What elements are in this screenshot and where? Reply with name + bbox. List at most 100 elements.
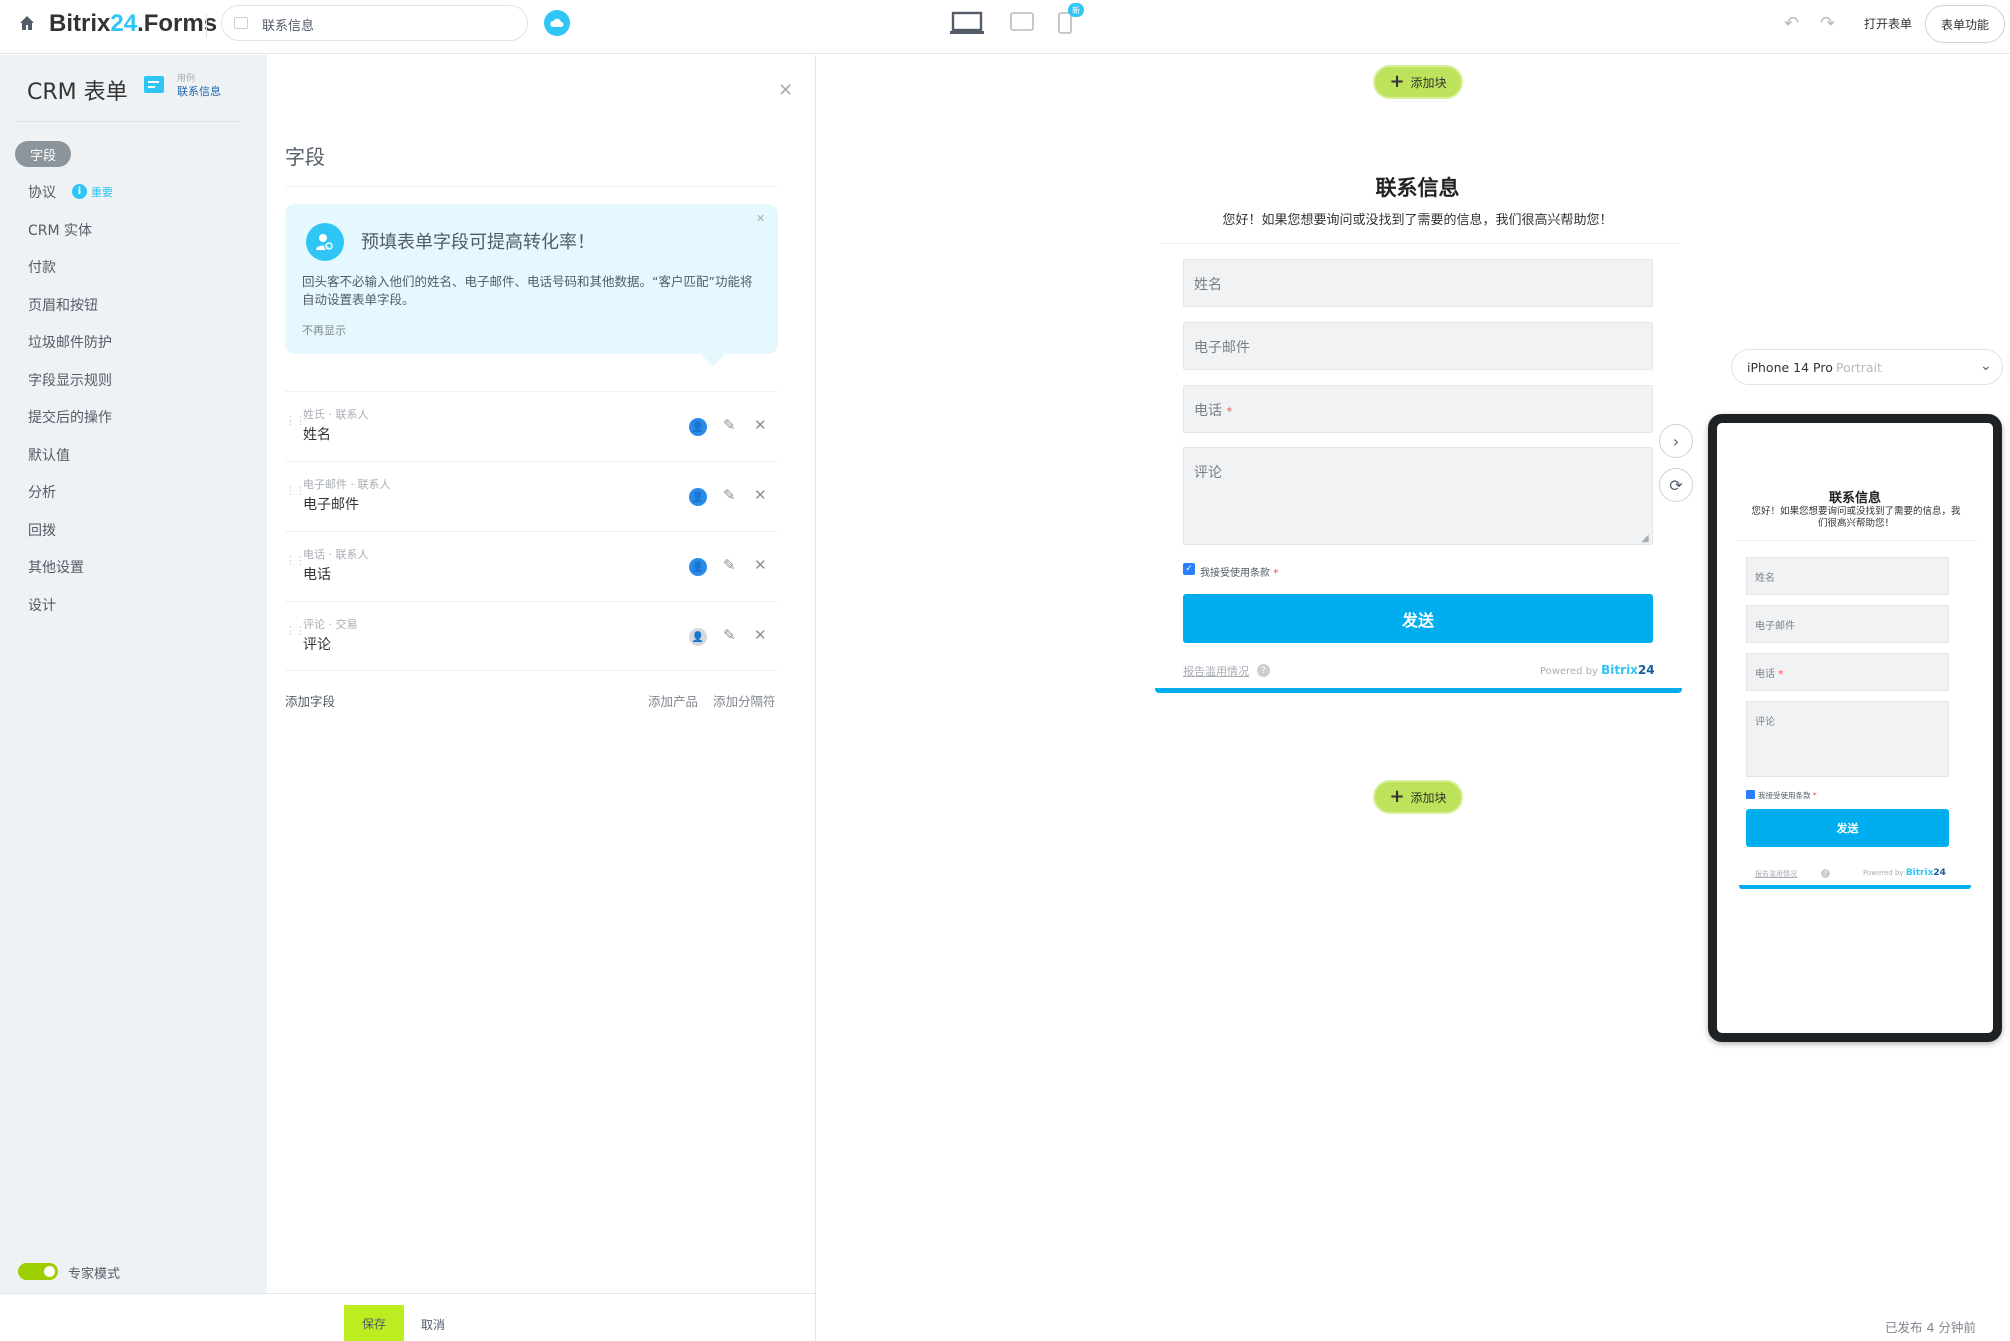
sidebar-item-other-settings[interactable]: 其他设置 — [28, 557, 84, 577]
crm-match-icon[interactable]: 👤 — [689, 488, 707, 506]
field-sub-label: 电子邮件 · 联系人 — [303, 478, 391, 491]
form-subtitle: 您好！如果您想要询问或没找到了需要的信息，我们很高兴帮助您！ — [1222, 213, 1613, 228]
edit-pencil-icon[interactable]: ✎ — [723, 416, 736, 434]
remove-field-icon[interactable]: ✕ — [754, 556, 767, 574]
drag-handle-icon[interactable]: ⋮⋮ — [285, 415, 306, 432]
email-input[interactable]: 电子邮件 — [1183, 322, 1653, 370]
hint-dismiss-link[interactable]: 不再显示 — [302, 322, 346, 338]
tablet-view-icon[interactable] — [1010, 12, 1034, 32]
form-features-button[interactable]: 表单功能 — [1925, 5, 2005, 43]
image-icon — [234, 17, 248, 29]
submit-button[interactable]: 发送 — [1183, 594, 1653, 643]
phone-comment-textarea[interactable]: 评论 — [1746, 701, 1949, 777]
phone-name-input[interactable]: 姓名 — [1746, 557, 1949, 595]
phone-help-icon[interactable]: ? — [1821, 869, 1830, 878]
add-block-button-bottom[interactable]: + 添加块 — [1373, 780, 1463, 814]
bottom-action-bar — [0, 1293, 815, 1341]
sidebar-item-fields[interactable]: 字段 — [15, 141, 71, 167]
phone-consent-label[interactable]: 我接受使用条款 * — [1758, 790, 1817, 801]
phone-form-title: 联系信息 — [1828, 491, 1881, 506]
sidebar-item-payment[interactable]: 付款 — [28, 257, 56, 277]
help-icon[interactable]: ? — [1257, 664, 1270, 677]
edit-pencil-icon[interactable]: ✎ — [723, 556, 736, 574]
add-field-link[interactable]: 添加字段 — [285, 691, 335, 710]
open-form-button[interactable]: 打开表单 — [1864, 15, 1912, 32]
crm-match-icon[interactable]: 👤 — [689, 628, 707, 646]
required-asterisk: * — [1226, 405, 1232, 418]
phone-preview: 联系信息 您好！如果您想要询问或没找到了需要的信息，我们很高兴帮助您！ 姓名 电… — [1708, 414, 2002, 1042]
sidebar-item-analytics[interactable]: 分析 — [28, 482, 56, 502]
crm-match-icon[interactable]: 👤 — [689, 558, 707, 576]
hint-text: 回头客不必输入他们的姓名、电子邮件、电话号码和其他数据。“客户匹配”功能将自动设… — [302, 274, 753, 307]
phone-submit-button[interactable]: 发送 — [1746, 809, 1949, 847]
device-select[interactable]: iPhone 14 Pro Portrait ⌄ — [1731, 349, 2003, 385]
home-icon[interactable] — [18, 14, 38, 34]
phone-input[interactable]: 电话 * — [1183, 385, 1653, 433]
add-separator-link[interactable]: 添加分隔符 — [713, 691, 776, 710]
phone-consent-checkbox[interactable] — [1746, 790, 1755, 799]
expert-mode-toggle[interactable] — [18, 1263, 58, 1280]
phone-email-input[interactable]: 电子邮件 — [1746, 605, 1949, 643]
sidebar-item-spam-protection[interactable]: 垃圾邮件防护 — [28, 332, 112, 352]
edit-pencil-icon[interactable]: ✎ — [723, 626, 736, 644]
powered-by[interactable]: Powered by Bitrix24 — [1540, 663, 1655, 677]
textarea-resize-icon[interactable]: ◢ — [1641, 533, 1649, 544]
redo-icon[interactable]: ↷ — [1820, 13, 1835, 34]
form-name-text: 联系信息 — [262, 19, 315, 34]
field-row-name[interactable]: ⋮⋮ 姓氏 · 联系人 姓名 👤 ✎ ✕ — [285, 391, 778, 461]
sidebar-item-after-submit[interactable]: 提交后的操作 — [28, 407, 112, 427]
phone-phone-input[interactable]: 电话 * — [1746, 653, 1949, 691]
field-row-email[interactable]: ⋮⋮ 电子邮件 · 联系人 电子邮件 👤 ✎ ✕ — [285, 461, 778, 531]
field-row-phone[interactable]: ⋮⋮ 电话 · 联系人 电话 👤 ✎ ✕ — [285, 531, 778, 601]
next-arrow-button[interactable]: › — [1659, 424, 1693, 458]
sidebar-item-default-values[interactable]: 默认值 — [28, 445, 70, 465]
close-panel-icon[interactable]: ✕ — [778, 80, 793, 101]
sidebar-item-crm-entities[interactable]: CRM 实体 — [28, 220, 92, 240]
sidebar-item-callback[interactable]: 回拨 — [28, 520, 56, 540]
sidebar-item-agreements[interactable]: 协议 — [28, 182, 56, 202]
cloud-icon[interactable] — [544, 10, 570, 36]
remove-field-icon[interactable]: ✕ — [754, 416, 767, 434]
powered-by-text: Powered by — [1540, 666, 1598, 677]
field-row-comment[interactable]: ⋮⋮ 评论 · 交易 评论 👤 ✎ ✕ — [285, 601, 778, 671]
phone-report-abuse[interactable]: 报告滥用情况 — [1755, 869, 1797, 879]
edit-pencil-icon[interactable]: ✎ — [723, 486, 736, 504]
phone-placeholder: 电话 — [1194, 403, 1222, 419]
save-button[interactable]: 保存 — [344, 1305, 404, 1341]
drag-handle-icon[interactable]: ⋮⋮ — [285, 485, 306, 502]
add-block-button-top[interactable]: + 添加块 — [1373, 65, 1463, 99]
consent-checkbox[interactable]: ✓ — [1183, 563, 1195, 575]
plus-icon: + — [1389, 71, 1405, 92]
desktop-view-icon[interactable] — [950, 11, 984, 35]
top-bar: Bitrix24.Forms 联系信息 新 ↶ ↷ 打开表单 表单功能 — [0, 0, 2010, 54]
remove-field-icon[interactable]: ✕ — [754, 486, 767, 504]
required-asterisk: * — [1273, 568, 1279, 579]
sidebar-item-design[interactable]: 设计 — [28, 595, 56, 615]
undo-icon[interactable]: ↶ — [1784, 13, 1799, 34]
editor-divider — [815, 55, 816, 1341]
drag-handle-icon[interactable]: ⋮⋮ — [285, 555, 306, 572]
published-status: 已发布 4 分钟前 — [1885, 1320, 1976, 1335]
device-orientation: Portrait — [1836, 360, 1882, 375]
consent-label[interactable]: 我接受使用条款 * — [1200, 564, 1278, 579]
form-name-input[interactable]: 联系信息 — [221, 5, 528, 41]
comment-textarea[interactable]: 评论 — [1183, 447, 1653, 545]
name-input[interactable]: 姓名 — [1183, 259, 1653, 307]
drag-handle-icon[interactable]: ⋮⋮ — [285, 625, 306, 642]
consent-text: 我接受使用条款 — [1758, 791, 1811, 800]
cancel-button[interactable]: 取消 — [421, 1316, 445, 1333]
example-link[interactable]: 联系信息 — [177, 83, 221, 99]
sidebar-item-header-buttons[interactable]: 页眉和按钮 — [28, 295, 98, 315]
rotate-device-button[interactable]: ⟳ — [1659, 468, 1693, 502]
consent-text: 我接受使用条款 — [1200, 568, 1270, 579]
field-sub-label: 姓氏 · 联系人 — [303, 408, 369, 421]
crm-match-icon[interactable]: 👤 — [689, 418, 707, 436]
sidebar-item-field-rules[interactable]: 字段显示规则 — [28, 370, 112, 390]
add-product-link[interactable]: 添加产品 — [648, 691, 698, 710]
field-label: 评论 — [303, 637, 331, 653]
remove-field-icon[interactable]: ✕ — [754, 626, 767, 644]
hint-close-icon[interactable]: ✕ — [756, 212, 765, 225]
required-asterisk: * — [1812, 791, 1817, 800]
phone-placeholder: 电话 — [1755, 669, 1775, 680]
report-abuse-link[interactable]: 报告滥用情况 — [1183, 663, 1249, 679]
